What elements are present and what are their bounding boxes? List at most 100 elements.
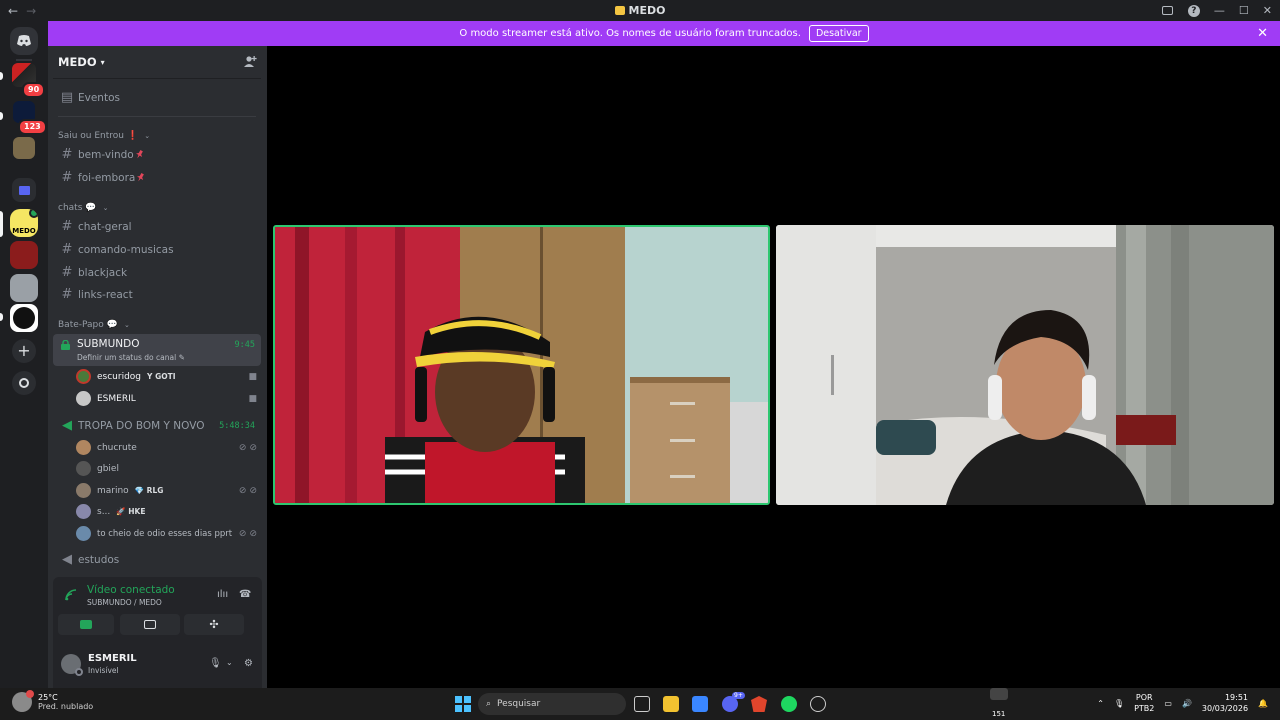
voice-timer: 9:45 xyxy=(234,340,255,350)
close-button[interactable]: ✕ xyxy=(1263,4,1272,17)
username[interactable]: ESMERIL xyxy=(88,653,137,664)
channel-bem-vindo[interactable]: # bem-vindo xyxy=(53,144,261,165)
signal-icon[interactable] xyxy=(65,589,77,601)
banner-close-icon[interactable]: ✕ xyxy=(1257,26,1268,41)
voice-member[interactable]: s... 🚀 HKE xyxy=(76,501,260,522)
user-status: Invisível xyxy=(88,666,119,675)
settings-gear-icon[interactable]: ⚙ xyxy=(244,658,253,669)
explore-icon[interactable] xyxy=(12,371,36,395)
disconnect-icon[interactable]: ☎ xyxy=(239,589,251,600)
clock[interactable]: 19:51 30/03/2026 xyxy=(1202,692,1248,714)
server-icon-5[interactable] xyxy=(10,241,38,269)
weather-widget[interactable]: 25°C Pred. nublado xyxy=(12,690,93,712)
channel-comando-musicas[interactable]: # comando-musicas xyxy=(53,239,261,260)
voice-member[interactable]: chucrute ⊘⊘ xyxy=(76,437,260,458)
back-arrow-icon[interactable]: ← xyxy=(8,4,18,18)
add-server-icon[interactable]: + xyxy=(12,339,36,363)
help-icon[interactable]: ? xyxy=(1187,4,1200,17)
screen-share-icon xyxy=(144,620,156,629)
steam-icon[interactable] xyxy=(810,696,826,712)
video-tile-speaking[interactable] xyxy=(273,225,770,505)
noise-suppression-icon[interactable]: ılıı xyxy=(217,589,228,600)
events-item[interactable]: ▤ Eventos xyxy=(53,87,261,108)
disable-streamer-button[interactable]: Desativar xyxy=(808,25,869,42)
voice-channel-estudos[interactable]: ◀ estudos xyxy=(53,549,261,570)
minimize-button[interactable]: — xyxy=(1214,4,1225,17)
selected-pill xyxy=(0,211,3,237)
server-name: MEDO xyxy=(58,55,97,69)
voice-member[interactable]: ESMERIL ■ xyxy=(76,388,260,409)
server-emoji-icon xyxy=(614,6,625,15)
server-icon-7[interactable] xyxy=(10,304,38,332)
voice-timer: 5:48:34 xyxy=(219,420,255,431)
window-title: MEDO xyxy=(0,4,1280,17)
set-channel-status[interactable]: Definir um status do canal ✎ xyxy=(77,353,185,362)
spotify-icon[interactable] xyxy=(781,696,797,712)
category-bate-papo[interactable]: Bate-Papo 💬 ⌄ xyxy=(58,320,130,330)
maximize-button[interactable]: ☐ xyxy=(1239,4,1249,17)
mute-deafen-icons: ⊘⊘ xyxy=(238,485,260,496)
voice-member[interactable]: to cheio de odio esses dias pprt ⊘⊘ xyxy=(76,523,260,544)
avatar xyxy=(76,526,91,541)
task-view-icon[interactable] xyxy=(634,696,650,712)
forward-arrow-icon[interactable]: → xyxy=(26,4,36,18)
voice-member[interactable]: marino 💎 RLG ⊘⊘ xyxy=(76,480,260,501)
server-icon-6[interactable] xyxy=(10,274,38,302)
inbox-icon[interactable] xyxy=(1162,5,1174,17)
channel-blackjack[interactable]: # blackjack xyxy=(53,262,261,283)
taskbar-search[interactable]: ⌕ Pesquisar xyxy=(478,693,626,715)
category-saiu-ou-entrou[interactable]: Saiu ou Entrou ❗ ⌄ xyxy=(58,131,150,141)
user-area: ESMERIL Invisível 🎙 ⌄ ⚙ xyxy=(53,645,262,688)
server-icon-3[interactable] xyxy=(13,137,35,159)
unread-pill xyxy=(0,72,3,80)
activities-button[interactable]: ✣ xyxy=(184,614,244,635)
hash-icon: # xyxy=(61,147,73,162)
unread-pill xyxy=(0,313,3,321)
unread-pill xyxy=(0,112,3,120)
language-indicator[interactable]: POR PTB2 xyxy=(1134,692,1154,714)
invite-people-icon[interactable] xyxy=(243,55,257,69)
discord-home-icon[interactable] xyxy=(10,27,38,55)
lock-icon xyxy=(61,340,70,350)
screen-share-button[interactable] xyxy=(120,614,180,635)
category-chats[interactable]: chats 💬 ⌄ xyxy=(58,203,108,213)
server-icon-medo[interactable]: MEDO xyxy=(10,209,38,237)
video-tile[interactable] xyxy=(776,225,1274,505)
microphone-icon[interactable]: 🎙 xyxy=(209,658,222,669)
file-explorer-icon[interactable] xyxy=(663,696,679,712)
video-camera-icon xyxy=(80,620,92,629)
hash-icon: # xyxy=(61,170,73,185)
hash-icon: # xyxy=(61,265,73,280)
camera-button[interactable] xyxy=(58,614,114,635)
network-icon[interactable]: ▭ xyxy=(1164,699,1172,708)
connection-location[interactable]: SUBMUNDO / MEDO xyxy=(87,598,162,607)
mute-deafen-icons: ⊘⊘ xyxy=(238,442,260,453)
voice-member[interactable]: gbiel xyxy=(76,458,260,479)
volume-icon[interactable]: 🔊 xyxy=(1182,699,1192,708)
store-icon[interactable] xyxy=(692,696,708,712)
webcam-feed-image xyxy=(275,227,768,503)
mention-badge: 90 xyxy=(22,82,46,98)
microphone-tray-icon[interactable]: 🎙 xyxy=(1114,699,1124,708)
channel-links-react[interactable]: # links-react xyxy=(53,284,261,305)
chat-bubble-icon[interactable] xyxy=(990,688,1008,700)
mention-badge: 123 xyxy=(18,119,47,135)
hash-icon: # xyxy=(61,219,73,234)
brave-icon[interactable] xyxy=(751,696,767,712)
notification-bell-icon[interactable]: 🔔 xyxy=(1258,699,1268,708)
connection-status[interactable]: Vídeo conectado xyxy=(87,584,175,596)
channel-foi-embora[interactable]: # foi-embora xyxy=(53,167,261,188)
voice-channel-submundo[interactable]: SUBMUNDO Definir um status do canal ✎ 9:… xyxy=(53,334,261,366)
weather-icon xyxy=(12,690,34,712)
channel-chat-geral[interactable]: # chat-geral xyxy=(53,216,261,237)
start-icon[interactable] xyxy=(455,696,471,712)
folder-icon[interactable] xyxy=(12,178,36,202)
rail-separator xyxy=(16,59,32,61)
chevron-up-icon[interactable]: ⌃ xyxy=(1097,699,1104,708)
voice-channel-tropa[interactable]: ◀ TROPA DO BOM Y NOVO 5:48:34 xyxy=(53,415,261,436)
voice-member[interactable]: escuridog Y GOTI ■ xyxy=(76,366,260,387)
calendar-icon: ▤ xyxy=(60,90,74,105)
webcam-feed-image xyxy=(776,225,1274,505)
chevron-down-icon[interactable]: ⌄ xyxy=(226,658,233,667)
server-header[interactable]: MEDO ▾ xyxy=(48,46,267,78)
